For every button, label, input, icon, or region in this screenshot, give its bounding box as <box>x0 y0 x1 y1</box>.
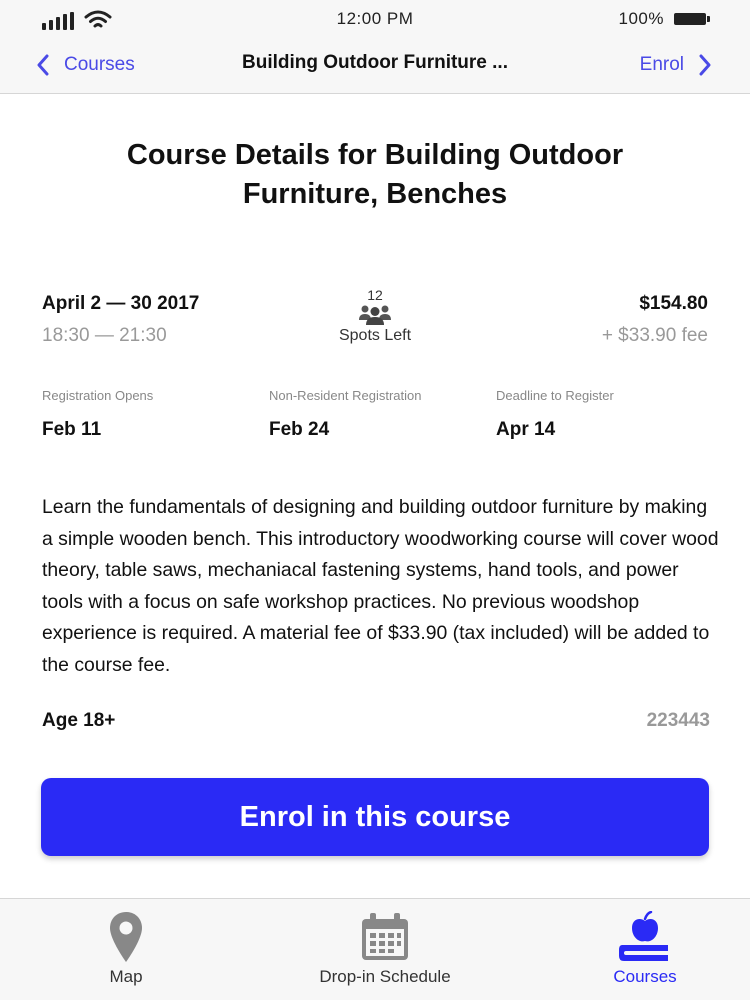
nav-title: Building Outdoor Furniture ... <box>242 52 508 73</box>
tab-label: Courses <box>613 967 677 986</box>
back-button[interactable]: Courses <box>36 50 135 80</box>
date-value: Feb 24 <box>269 419 330 440</box>
enrol-button[interactable]: Enrol in this course <box>41 778 709 856</box>
spots-left: 12 Spots Left <box>320 287 430 345</box>
date-label: Registration Opens <box>42 388 154 403</box>
course-id: 223443 <box>646 710 710 731</box>
tab-map[interactable]: Map <box>66 911 186 987</box>
people-icon <box>359 305 391 325</box>
back-label: Courses <box>64 54 135 75</box>
course-date-range: April 2 — 30 2017 <box>42 293 200 314</box>
chevron-left-icon <box>37 54 49 76</box>
registration-deadline: Deadline to Register Apr 14 <box>496 388 614 441</box>
non-resident-registration: Non-Resident Registration Feb 24 <box>269 388 421 441</box>
page-title: Course Details for Building Outdoor Furn… <box>126 139 624 210</box>
tab-label: Drop-in Schedule <box>319 967 451 986</box>
tab-bar: Map Drop-in Schedule Courses <box>0 898 750 1000</box>
tab-drop-in-schedule[interactable]: Drop-in Schedule <box>300 911 470 987</box>
spots-label: Spots Left <box>338 327 412 344</box>
registration-opens: Registration Opens Feb 11 <box>42 388 153 441</box>
status-bar: 12:00 PM 100% <box>0 0 750 38</box>
date-value: Apr 14 <box>496 419 556 440</box>
navigation-bar: Courses Building Outdoor Furniture ... E… <box>0 38 750 94</box>
course-time-range: 18:30 — 21:30 <box>42 325 167 346</box>
tab-label: Map <box>109 967 143 986</box>
enrol-nav-button[interactable]: Enrol <box>640 50 712 80</box>
age-requirement: Age 18+ <box>42 710 116 731</box>
course-fee: + $33.90 fee <box>601 325 708 346</box>
date-label: Deadline to Register <box>496 388 614 403</box>
enrol-nav-label: Enrol <box>639 54 684 75</box>
course-description: Learn the fundamentals of designing and … <box>42 496 719 676</box>
course-price: $154.80 <box>639 293 708 314</box>
date-label: Non-Resident Registration <box>269 388 422 403</box>
tab-courses[interactable]: Courses <box>590 911 700 987</box>
date-value: Feb 11 <box>42 419 102 440</box>
battery-icon <box>674 13 710 25</box>
map-pin-icon <box>110 912 142 962</box>
calendar-icon <box>362 913 408 960</box>
chevron-right-icon <box>699 54 711 76</box>
spots-count: 12 <box>367 287 383 303</box>
battery-percent: 100% <box>618 9 664 28</box>
apple-books-icon <box>619 911 668 961</box>
